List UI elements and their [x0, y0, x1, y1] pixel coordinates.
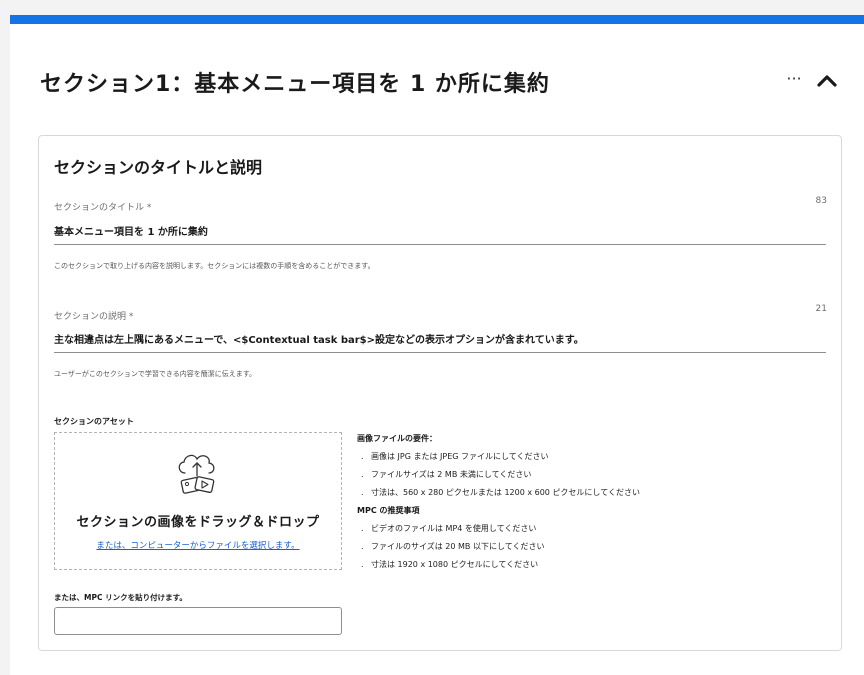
panel-title: セクションのタイトルと説明	[54, 158, 263, 177]
image-requirements-list: . 画像は JPG または JPEG ファイルにしてください . ファイルサイズは …	[357, 448, 827, 502]
collapse-button[interactable]	[813, 68, 841, 92]
image-dropzone[interactable]: セクションの画像をドラッグ＆ドロップ または、コンピューターからファイルを選択し…	[54, 432, 342, 570]
section-title-input[interactable]	[54, 222, 826, 245]
list-item: . ファイルサイズは 2 MB 未満にしてください	[361, 470, 532, 479]
mpc-recommendations-heading: MPC の推奨事項	[357, 506, 420, 515]
assets-label: セクションのアセット	[54, 417, 134, 426]
more-options-button[interactable]: ···	[782, 69, 806, 89]
mpc-link-label: または、MPC リンクを貼り付けます。	[54, 593, 187, 602]
upload-media-icon	[178, 454, 215, 494]
title-description-panel: セクションのタイトルと説明 セクションのタイトル * 83 このセクションで取り…	[38, 135, 842, 651]
section-title-label: セクションのタイトル *	[54, 203, 152, 213]
list-item: . 寸法は、560 x 280 ピクセルまたは 1200 x 600 ピクセルにし…	[361, 488, 640, 497]
section-description-counter: 21	[815, 304, 827, 314]
browse-files-link[interactable]: または、コンピューターからファイルを選択します。	[55, 539, 341, 551]
dropzone-title: セクションの画像をドラッグ＆ドロップ	[76, 515, 320, 530]
list-item: . ビデオのファイルは MP4 を使用してください	[361, 524, 537, 533]
chevron-up-icon	[817, 75, 837, 87]
section-description-label: セクションの説明 *	[54, 312, 134, 322]
list-item: . 画像は JPG または JPEG ファイルにしてください	[361, 452, 549, 461]
mpc-link-input[interactable]	[54, 607, 342, 635]
image-requirements-heading: 画像ファイルの要件：	[357, 434, 437, 443]
page-title: セクション1：基本メニュー項目を 1 か所に集約	[40, 72, 550, 97]
section-description-input[interactable]	[54, 330, 826, 353]
list-item: . ファイルのサイズは 20 MB 以下にしてください	[361, 542, 545, 551]
section-card: セクション1：基本メニュー項目を 1 か所に集約 ··· セクションのタイトルと…	[10, 15, 864, 675]
section-description-help: ユーザーがこのセクションで学習できる内容を簡潔に伝えます。	[54, 370, 257, 378]
section-title-counter: 83	[815, 196, 827, 206]
section-title-help: このセクションで取り上げる内容を説明します。セクションには複数の手順を含めること…	[54, 262, 375, 270]
list-item: . 寸法は 1920 x 1080 ピクセルにしてください	[361, 560, 539, 569]
mpc-recommendations-list: . ビデオのファイルは MP4 を使用してください . ファイルのサイズは 20 M…	[357, 520, 827, 574]
file-requirements: 画像ファイルの要件： . 画像は JPG または JPEG ファイルにしてください…	[357, 432, 827, 576]
